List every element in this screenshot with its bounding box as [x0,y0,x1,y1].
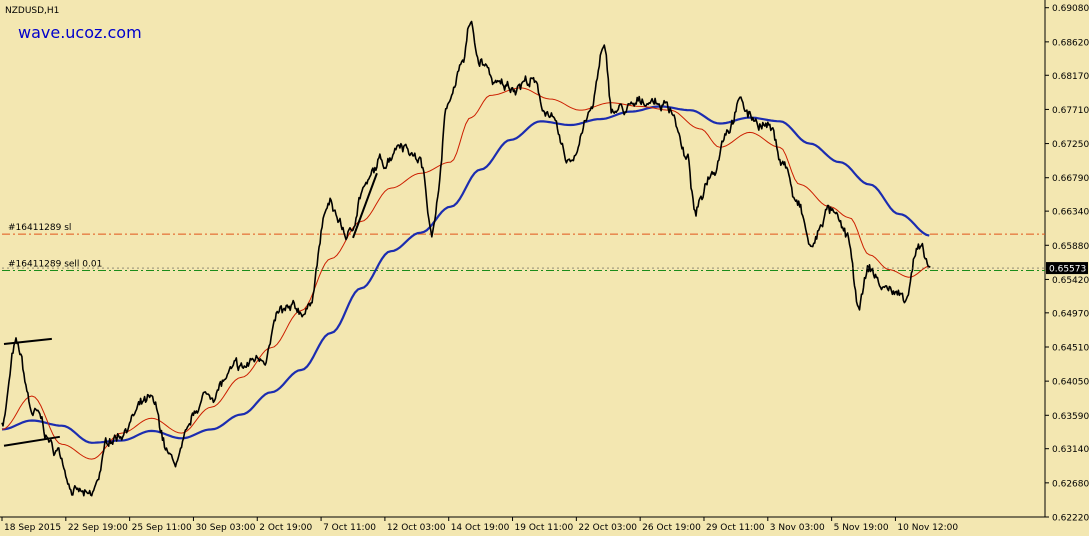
x-tick-label: 7 Oct 11:00 [323,523,376,533]
y-tick-label: 0.64050 [1052,378,1089,388]
moving-average-slow [1,105,930,444]
x-tick-label: 2 Oct 19:00 [259,523,312,533]
x-tick-label: 19 Oct 11:00 [515,523,574,533]
y-tick-label: 0.67250 [1052,140,1089,150]
x-tick-label: 22 Sep 19:00 [68,523,128,533]
x-tick-label: 26 Oct 19:00 [642,523,701,533]
y-tick-label: 0.66340 [1052,208,1089,218]
chart-axes [0,0,1046,518]
axis-ticks: 0.69080 0.68620 0.68170 0.67710 0.67250 0.667… [1,4,1089,533]
y-tick-label: 0.63140 [1052,445,1089,455]
x-tick-label: 12 Oct 03:00 [387,523,446,533]
y-tick-label: 0.68170 [1052,72,1089,82]
trendline-upper [3,337,52,346]
price-tag-text: 0.65573 [1049,265,1086,275]
watermark-text: wave.ucoz.com [18,23,142,42]
order-level-label: #16411289 sl [8,223,71,233]
y-tick-label: 0.63590 [1052,412,1089,422]
y-tick-label: 0.62220 [1052,514,1089,524]
price-line [1,20,931,497]
y-tick-label: 0.69080 [1052,4,1089,14]
x-tick-label: 14 Oct 19:00 [451,523,510,533]
symbol-label: NZDUSD,H1 [5,6,59,16]
x-tick-label: 22 Oct 03:00 [578,523,637,533]
y-tick-label: 0.64510 [1052,343,1089,353]
x-tick-label: 5 Nov 19:00 [834,523,889,533]
x-tick-label: 30 Sep 03:00 [195,523,255,533]
x-tick-label: 10 Nov 12:00 [897,523,958,533]
price-chart: NZDUSD,H1 wave.ucoz.com #16411289 sl#164… [0,0,1089,533]
y-tick-label: 0.64970 [1052,309,1089,319]
y-tick-label: 0.68620 [1052,38,1089,48]
y-tick-label: 0.66790 [1052,174,1089,184]
x-tick-label: 29 Oct 11:00 [706,523,765,533]
x-tick-label: 18 Sep 2015 [4,523,61,533]
x-tick-label: 25 Sep 11:00 [132,523,192,533]
x-tick-label: 3 Nov 03:00 [770,523,825,533]
chart-series [1,20,931,497]
y-tick-label: 0.67710 [1052,106,1089,116]
y-tick-label: 0.65420 [1052,276,1089,286]
order-levels: #16411289 sl#16411289 sell 0.01 [2,223,1045,272]
y-tick-label: 0.65880 [1052,242,1089,252]
y-tick-label: 0.62680 [1052,479,1089,489]
